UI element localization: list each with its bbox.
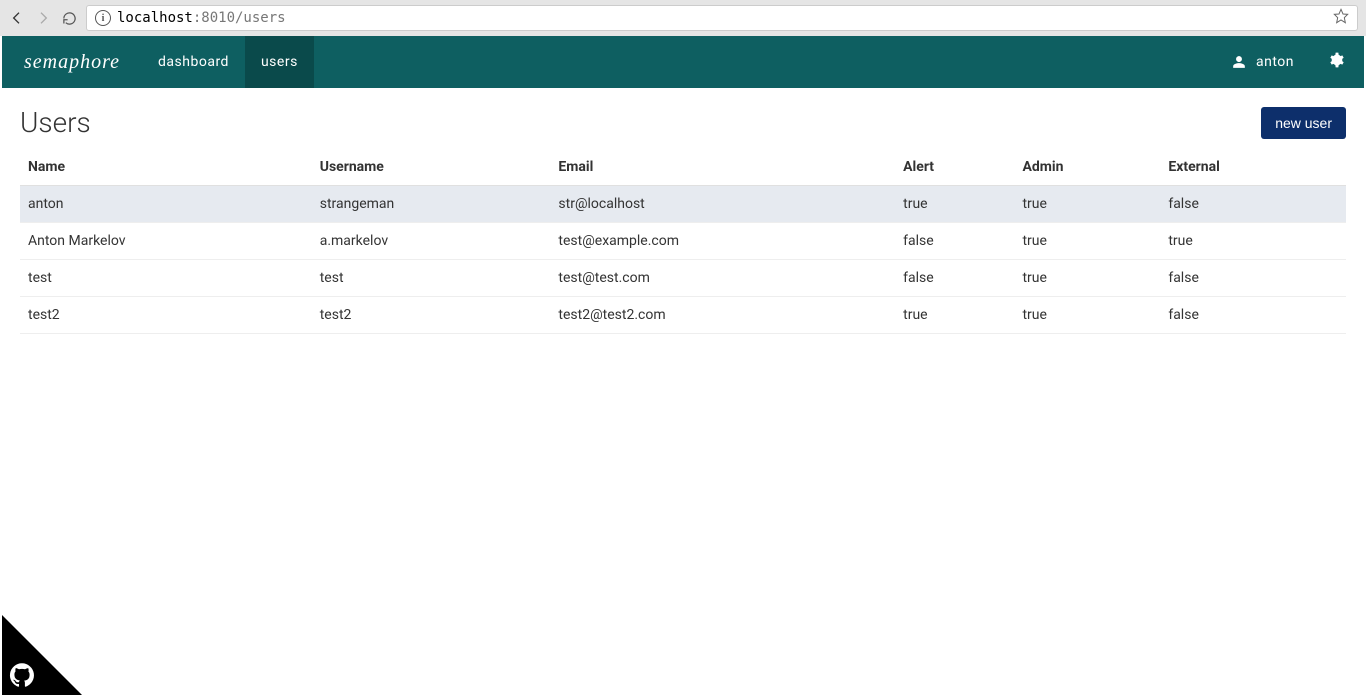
col-email: Email (550, 149, 895, 186)
cell-name: test2 (20, 297, 312, 334)
table-row[interactable]: testtesttest@test.comfalsetruefalse (20, 260, 1346, 297)
users-table: Name Username Email Alert Admin External… (20, 149, 1346, 334)
bookmark-star-icon[interactable] (1333, 8, 1349, 28)
info-icon: i (95, 10, 111, 26)
brand-logo[interactable]: semaphore (2, 51, 142, 74)
url-text: localhost:8010/users (117, 10, 286, 26)
cell-email: test2@test2.com (550, 297, 895, 334)
cell-username: a.markelov (312, 223, 551, 260)
col-name: Name (20, 149, 312, 186)
cell-username: test2 (312, 297, 551, 334)
col-username: Username (312, 149, 551, 186)
cell-alert: true (895, 186, 1014, 223)
col-admin: Admin (1014, 149, 1160, 186)
nav-users[interactable]: users (245, 36, 314, 88)
settings-button[interactable] (1308, 52, 1364, 72)
table-row[interactable]: test2test2test2@test2.comtruetruefalse (20, 297, 1346, 334)
cell-email: str@localhost (550, 186, 895, 223)
cell-name: anton (20, 186, 312, 223)
cell-name: Anton Markelov (20, 223, 312, 260)
page-title: Users (20, 106, 91, 139)
col-alert: Alert (895, 149, 1014, 186)
cell-email: test@test.com (550, 260, 895, 297)
back-button[interactable] (8, 9, 26, 27)
user-menu[interactable]: anton (1218, 54, 1308, 70)
user-menu-label: anton (1256, 54, 1294, 70)
reload-button[interactable] (60, 9, 78, 27)
url-bar[interactable]: i localhost:8010/users (86, 5, 1358, 31)
cell-alert: true (895, 297, 1014, 334)
forward-button[interactable] (34, 9, 52, 27)
cell-username: test (312, 260, 551, 297)
user-icon (1232, 55, 1246, 69)
page-content: Users new user Name Username Email Alert… (2, 88, 1364, 334)
table-row[interactable]: Anton Markelova.markelovtest@example.com… (20, 223, 1346, 260)
nav-dashboard[interactable]: dashboard (142, 36, 245, 88)
url-host: localhost (117, 10, 193, 26)
gear-icon (1328, 52, 1344, 68)
table-row[interactable]: antonstrangemanstr@localhosttruetruefals… (20, 186, 1346, 223)
cell-external: false (1160, 297, 1346, 334)
table-header-row: Name Username Email Alert Admin External (20, 149, 1346, 186)
cell-external: false (1160, 186, 1346, 223)
col-external: External (1160, 149, 1346, 186)
app-navbar: semaphore dashboard users anton (2, 36, 1364, 88)
github-icon (2, 615, 82, 695)
cell-admin: true (1014, 223, 1160, 260)
cell-external: false (1160, 260, 1346, 297)
cell-external: true (1160, 223, 1346, 260)
cell-admin: true (1014, 260, 1160, 297)
cell-admin: true (1014, 186, 1160, 223)
cell-email: test@example.com (550, 223, 895, 260)
github-corner[interactable] (2, 615, 82, 699)
page-header: Users new user (20, 106, 1346, 139)
url-rest: :8010/users (193, 10, 286, 26)
cell-alert: false (895, 223, 1014, 260)
cell-name: test (20, 260, 312, 297)
new-user-button[interactable]: new user (1261, 107, 1346, 139)
browser-chrome: i localhost:8010/users (0, 0, 1366, 36)
cell-admin: true (1014, 297, 1160, 334)
cell-username: strangeman (312, 186, 551, 223)
cell-alert: false (895, 260, 1014, 297)
